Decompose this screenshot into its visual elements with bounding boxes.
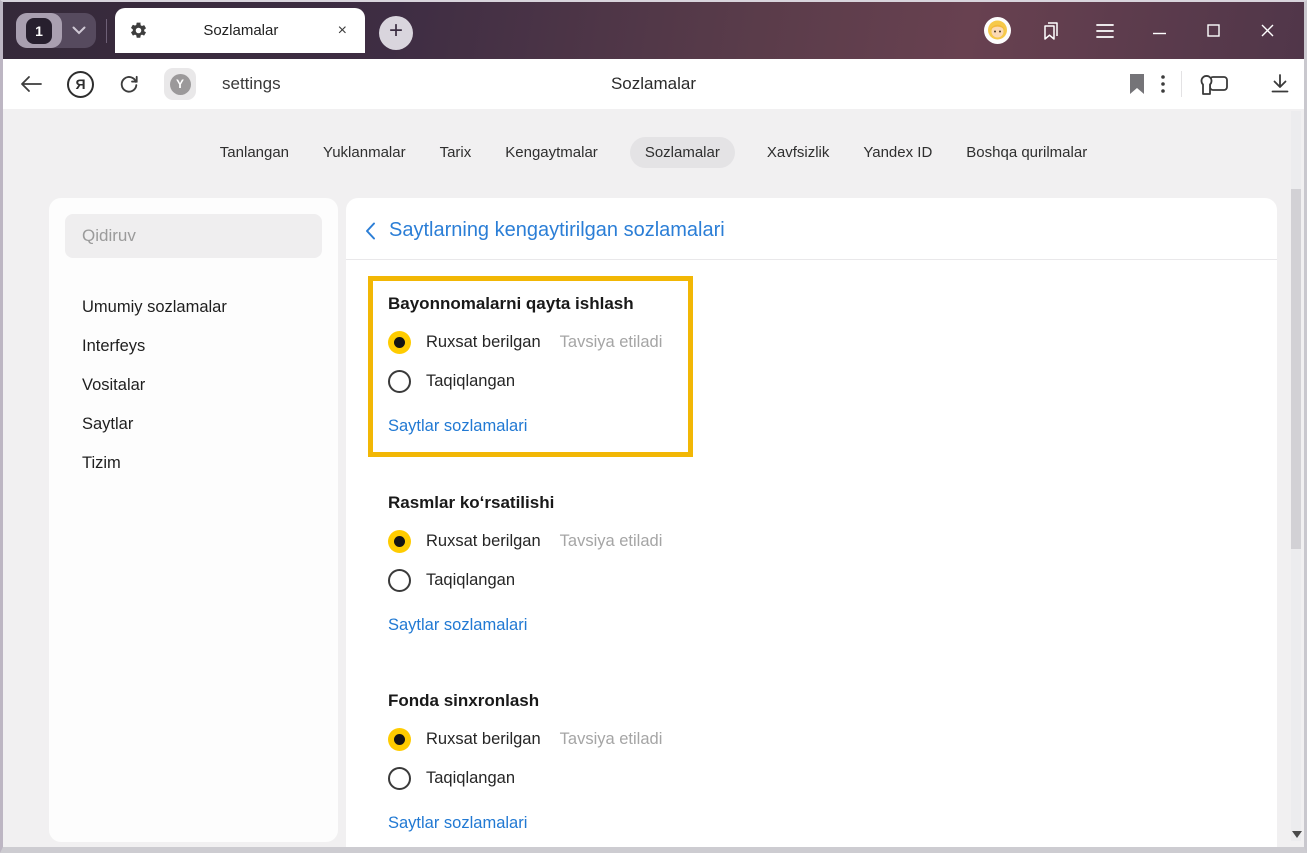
radio-unselected-icon[interactable] — [388, 767, 411, 790]
site-settings-link[interactable]: Saytlar sozlamalari — [388, 616, 527, 635]
radio-option-blocked[interactable]: Taqiqlangan — [388, 767, 1277, 790]
highlight-box: Bayonnomalarni qayta ishlash Ruxsat beri… — [368, 276, 693, 457]
tab-counter-control[interactable]: 1 — [16, 13, 96, 48]
radio-selected-icon[interactable] — [388, 331, 411, 354]
address-bar-separator — [1181, 71, 1182, 97]
kebab-menu-icon[interactable] — [1161, 75, 1165, 93]
profile-avatar[interactable] — [970, 11, 1024, 51]
radio-option-blocked[interactable]: Taqiqlangan — [388, 569, 1277, 592]
nav-tab-boshqa-qurilmalar[interactable]: Boshqa qurilmalar — [964, 137, 1089, 168]
protect-badge-glyph: Y — [169, 73, 191, 95]
titlebar-left: 1 Sozlamalar × + — [3, 2, 413, 59]
minimize-button[interactable] — [1132, 11, 1186, 51]
url-text[interactable]: settings — [222, 74, 281, 94]
nav-tab-xavfsizlik[interactable]: Xavfsizlik — [765, 137, 832, 168]
tab-close-icon[interactable]: × — [334, 20, 351, 42]
radio-label: Ruxsat berilgan — [426, 532, 541, 550]
radio-note: Tavsiya etiladi — [559, 730, 663, 748]
browser-tab[interactable]: Sozlamalar × — [115, 8, 365, 53]
sidebar-item-tizim[interactable]: Tizim — [82, 444, 322, 483]
radio-unselected-icon[interactable] — [388, 370, 411, 393]
radio-selected-icon[interactable] — [388, 728, 411, 751]
back-button-icon[interactable] — [19, 74, 43, 94]
page-heading-row: Saytlarning kengaytirilgan sozlamalari — [346, 198, 1277, 259]
protect-badge-icon[interactable]: Y — [164, 68, 196, 100]
maximize-button[interactable] — [1186, 11, 1240, 51]
new-tab-button[interactable]: + — [379, 16, 413, 50]
extensions-icon[interactable] — [1198, 71, 1232, 97]
tab-title: Sozlamalar — [203, 22, 279, 39]
radio-selected-icon[interactable] — [388, 530, 411, 553]
content-area: Umumiy sozlamalar Interfeys Vositalar Sa… — [3, 168, 1304, 847]
settings-nav-tabs: Tanlangan Yuklanmalar Tarix Kengaytmalar… — [3, 109, 1304, 168]
titlebar-right — [970, 2, 1294, 59]
nav-tab-tanlangan[interactable]: Tanlangan — [218, 137, 291, 168]
radio-label: Ruxsat berilgan — [426, 333, 541, 351]
radio-unselected-icon[interactable] — [388, 569, 411, 592]
page-scrollbar[interactable] — [1291, 111, 1302, 841]
radio-option-blocked[interactable]: Taqiqlangan — [388, 370, 672, 393]
settings-sections: Bayonnomalarni qayta ishlash Ruxsat beri… — [346, 260, 1277, 833]
titlebar-separator — [106, 18, 107, 43]
section-title-fonda: Fonda sinxronlash — [388, 691, 540, 710]
address-bar-right — [1129, 71, 1290, 97]
radio-note: Tavsiya etiladi — [559, 532, 663, 550]
page-title[interactable]: Saytlarning kengaytirilgan sozlamalari — [389, 219, 725, 242]
nav-tab-tarix[interactable]: Tarix — [438, 137, 474, 168]
radio-option-allowed[interactable]: Ruxsat berilgan Tavsiya etiladi — [388, 728, 1277, 751]
settings-sidebar: Umumiy sozlamalar Interfeys Vositalar Sa… — [49, 198, 338, 842]
address-bar[interactable]: Я Y settings Sozlamalar — [3, 59, 1304, 109]
nav-tab-yandex-id[interactable]: Yandex ID — [861, 137, 934, 168]
chevron-down-icon[interactable] — [62, 26, 96, 35]
browser-window: 1 Sozlamalar × + Я Y settings Sozlamalar… — [0, 0, 1307, 853]
scrollbar-down-arrow[interactable] — [1292, 831, 1302, 838]
section-title-rasmlar: Rasmlar koʻrsatilishi — [388, 493, 555, 512]
tab-counter-button[interactable]: 1 — [16, 13, 62, 48]
titlebar: 1 Sozlamalar × + — [3, 2, 1304, 59]
sidebar-item-umumiy-sozlamalar[interactable]: Umumiy sozlamalar — [82, 288, 322, 327]
download-icon[interactable] — [1270, 73, 1290, 95]
search-input[interactable] — [65, 214, 322, 258]
radio-option-allowed[interactable]: Ruxsat berilgan Tavsiya etiladi — [388, 331, 672, 354]
tab-count-badge: 1 — [26, 17, 52, 44]
bookmark-filled-icon[interactable] — [1129, 74, 1145, 94]
scrollbar-thumb[interactable] — [1291, 189, 1301, 549]
nav-tab-sozlamalar[interactable]: Sozlamalar — [629, 137, 735, 168]
section-fonda-sinxronlash: Fonda sinxronlash Ruxsat berilgan Tavsiy… — [388, 691, 1277, 833]
radio-label: Ruxsat berilgan — [426, 730, 541, 748]
settings-gear-icon — [129, 21, 148, 40]
settings-main-panel: Saytlarning kengaytirilgan sozlamalari B… — [346, 198, 1277, 847]
address-bar-left: Я Y settings — [19, 68, 281, 100]
menu-icon[interactable] — [1078, 11, 1132, 51]
sidebar-item-vositalar[interactable]: Vositalar — [82, 366, 322, 405]
sidebar-items: Umumiy sozlamalar Interfeys Vositalar Sa… — [65, 288, 322, 483]
reload-icon[interactable] — [118, 73, 140, 95]
radio-note: Tavsiya etiladi — [559, 333, 663, 351]
back-chevron-icon[interactable] — [365, 222, 376, 240]
radio-label: Taqiqlangan — [426, 769, 515, 787]
radio-label: Taqiqlangan — [426, 372, 515, 390]
yandex-logo-icon[interactable]: Я — [67, 70, 94, 98]
close-button[interactable] — [1240, 11, 1294, 51]
site-settings-link[interactable]: Saytlar sozlamalari — [388, 814, 527, 833]
section-rasmlar: Rasmlar koʻrsatilishi Ruxsat berilgan Ta… — [388, 493, 1277, 635]
site-settings-link[interactable]: Saytlar sozlamalari — [388, 417, 527, 436]
sidebar-item-saytlar[interactable]: Saytlar — [82, 405, 322, 444]
radio-option-allowed[interactable]: Ruxsat berilgan Tavsiya etiladi — [388, 530, 1277, 553]
section-title-bayonnomalar: Bayonnomalarni qayta ishlash — [388, 294, 634, 313]
radio-label: Taqiqlangan — [426, 571, 515, 589]
nav-tab-yuklanmalar[interactable]: Yuklanmalar — [321, 137, 408, 168]
nav-tab-kengaytmalar[interactable]: Kengaytmalar — [503, 137, 600, 168]
sidebar-item-interfeys[interactable]: Interfeys — [82, 327, 322, 366]
bookmarks-panel-icon[interactable] — [1024, 11, 1078, 51]
